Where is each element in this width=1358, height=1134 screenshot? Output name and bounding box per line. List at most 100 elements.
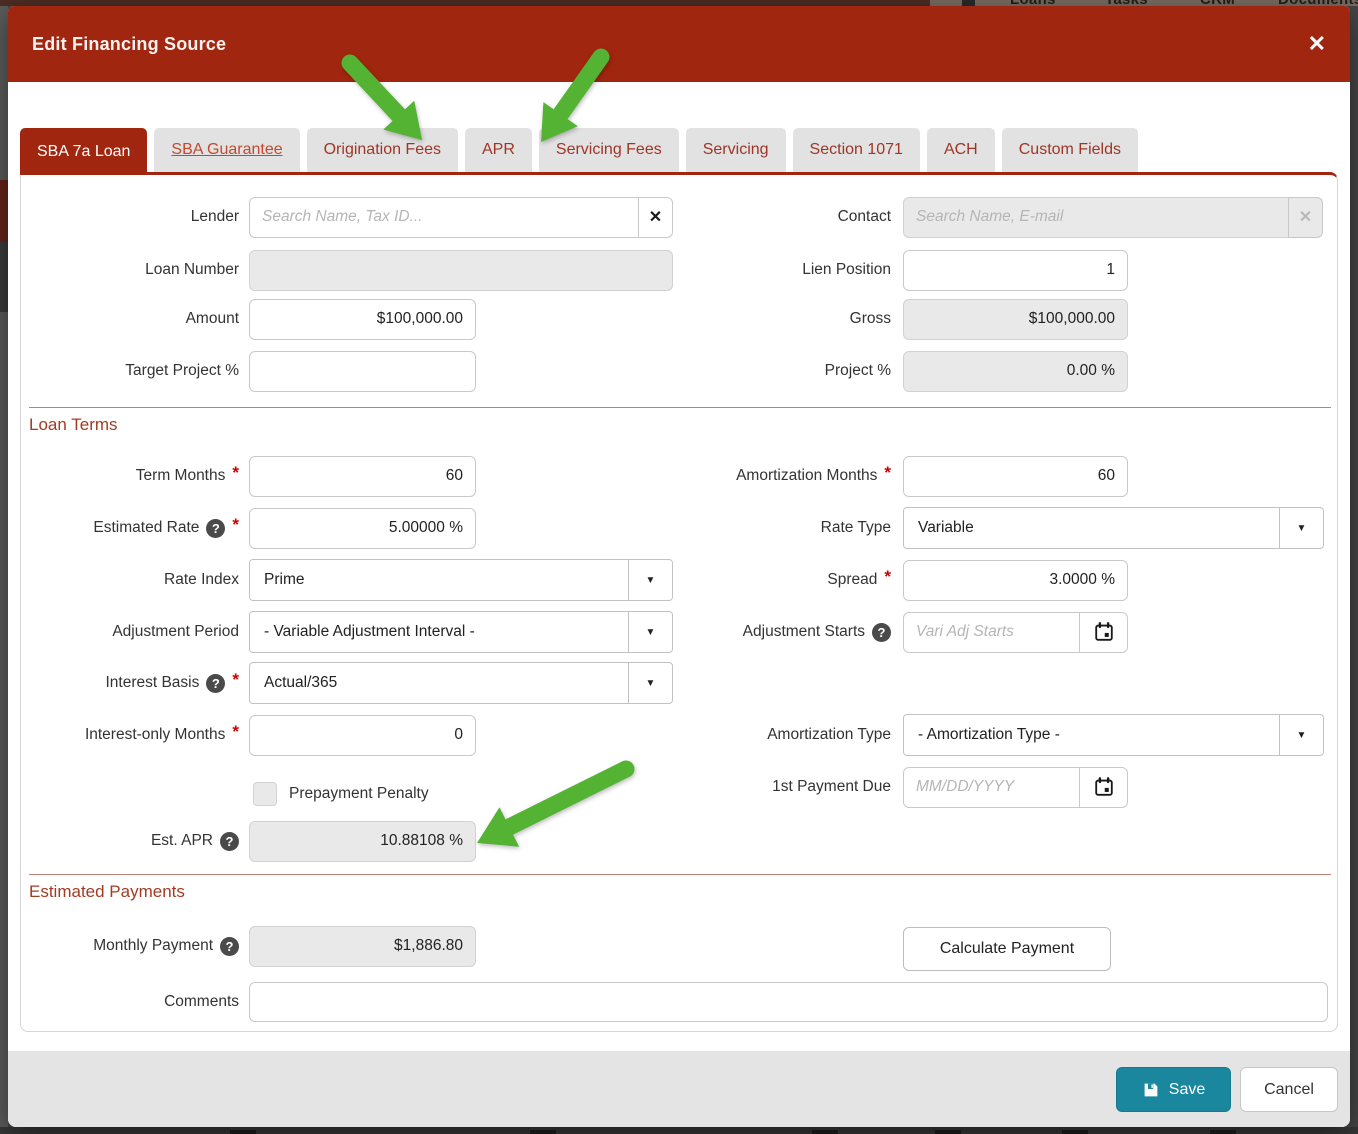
first-payment-due-label: 1st Payment Due bbox=[772, 778, 891, 795]
chevron-down-icon: ▼ bbox=[1279, 508, 1323, 548]
calendar-icon bbox=[1094, 622, 1113, 641]
screen: Loans Tasks CRM Documents Edit Financing… bbox=[0, 0, 1358, 1134]
term-months-label: Term Months bbox=[135, 467, 226, 484]
chevron-down-icon: ▼ bbox=[628, 663, 672, 703]
save-icon bbox=[1144, 1083, 1158, 1096]
section-divider bbox=[29, 407, 1331, 408]
chevron-down-icon: ▼ bbox=[1279, 715, 1323, 755]
rate-type-select[interactable]: Variable ▼ bbox=[903, 507, 1324, 549]
interest-only-months-input[interactable] bbox=[249, 714, 476, 756]
first-payment-due-calendar-button[interactable] bbox=[1079, 766, 1128, 808]
first-payment-due-input[interactable] bbox=[903, 766, 1079, 808]
adjustment-period-select[interactable]: - Variable Adjustment Interval - ▼ bbox=[249, 611, 673, 653]
background-bottom-sliver bbox=[0, 1127, 1358, 1134]
project-pct-input bbox=[903, 350, 1128, 392]
save-button[interactable]: Save bbox=[1116, 1067, 1231, 1112]
amortization-months-input[interactable] bbox=[903, 455, 1128, 497]
loan-number-input bbox=[249, 249, 673, 291]
amortization-months-label: Amortization Months bbox=[736, 467, 878, 484]
section-divider bbox=[29, 874, 1331, 875]
close-icon[interactable]: ✕ bbox=[1308, 33, 1326, 55]
lender-label: Lender bbox=[190, 208, 239, 225]
loan-terms-heading: Loan Terms bbox=[29, 415, 118, 434]
tab-sba-7a-loan[interactable]: SBA 7a Loan bbox=[20, 128, 148, 175]
adjustment-starts-calendar-button[interactable] bbox=[1079, 611, 1128, 653]
contact-search-input[interactable] bbox=[903, 196, 1288, 238]
monthly-payment-label: Monthly Payment bbox=[93, 937, 213, 954]
help-icon[interactable]: ? bbox=[872, 622, 891, 642]
interest-only-months-label: Interest-only Months bbox=[84, 726, 226, 743]
estimated-payments-heading: Estimated Payments bbox=[29, 882, 185, 901]
chevron-down-icon: ▼ bbox=[628, 612, 672, 652]
background-red-blob bbox=[0, 180, 8, 242]
tab-origination-fees[interactable]: Origination Fees bbox=[306, 128, 458, 172]
tab-section-1071[interactable]: Section 1071 bbox=[792, 128, 920, 172]
interest-basis-label: Interest Basis bbox=[105, 674, 200, 691]
modal-header: Edit Financing Source ✕ bbox=[8, 6, 1350, 82]
term-months-input[interactable] bbox=[249, 455, 476, 497]
lien-position-input[interactable] bbox=[903, 249, 1128, 291]
clear-icon: ✕ bbox=[1298, 209, 1313, 226]
adjustment-period-value: - Variable Adjustment Interval - bbox=[264, 623, 475, 640]
adjustment-starts-input[interactable] bbox=[903, 611, 1079, 653]
amortization-type-value: - Amortization Type - bbox=[918, 726, 1060, 743]
rate-index-label: Rate Index bbox=[164, 571, 239, 588]
tab-ach[interactable]: ACH bbox=[926, 128, 995, 172]
comments-label: Comments bbox=[164, 993, 239, 1010]
amortization-type-label: Amortization Type bbox=[767, 726, 891, 743]
project-pct-label: Project % bbox=[824, 362, 891, 379]
est-apr-input bbox=[249, 820, 476, 862]
sba-7a-loan-panel: Lender ✕ Contact ✕ Loan Number Lien Pos bbox=[20, 172, 1338, 1032]
help-icon[interactable]: ? bbox=[220, 936, 239, 956]
clear-icon: ✕ bbox=[648, 209, 663, 226]
help-icon[interactable]: ? bbox=[220, 831, 239, 851]
rate-type-value: Variable bbox=[918, 519, 974, 536]
rate-type-label: Rate Type bbox=[820, 519, 891, 536]
gross-label: Gross bbox=[849, 310, 891, 327]
tab-apr[interactable]: APR bbox=[465, 128, 532, 172]
save-button-label: Save bbox=[1168, 1080, 1206, 1098]
est-apr-label: Est. APR bbox=[150, 832, 213, 849]
amortization-type-select[interactable]: - Amortization Type - ▼ bbox=[903, 714, 1324, 756]
rate-index-value: Prime bbox=[264, 571, 305, 588]
tab-servicing-fees[interactable]: Servicing Fees bbox=[538, 128, 679, 172]
chevron-down-icon: ▼ bbox=[628, 560, 672, 600]
help-icon[interactable]: ? bbox=[206, 518, 226, 538]
adjustment-period-label: Adjustment Period bbox=[112, 623, 239, 640]
calculate-payment-button[interactable]: Calculate Payment bbox=[903, 927, 1111, 971]
tab-sba-guarantee[interactable]: SBA Guarantee bbox=[154, 128, 300, 172]
tab-servicing[interactable]: Servicing bbox=[685, 128, 786, 172]
calendar-icon bbox=[1094, 777, 1113, 796]
estimated-rate-input[interactable] bbox=[249, 507, 476, 549]
background-dark-blob bbox=[0, 242, 8, 312]
prepayment-penalty-checkbox[interactable] bbox=[253, 782, 277, 806]
modal-title: Edit Financing Source bbox=[32, 33, 227, 54]
tab-custom-fields[interactable]: Custom Fields bbox=[1001, 128, 1138, 172]
rate-index-select[interactable]: Prime ▼ bbox=[249, 559, 673, 601]
contact-clear-button: ✕ bbox=[1288, 196, 1323, 238]
target-project-pct-input[interactable] bbox=[249, 350, 476, 392]
contact-label: Contact bbox=[837, 208, 891, 225]
target-project-pct-label: Target Project % bbox=[125, 362, 239, 379]
lender-clear-button[interactable]: ✕ bbox=[638, 196, 673, 238]
help-icon[interactable]: ? bbox=[206, 673, 226, 693]
amount-label: Amount bbox=[185, 310, 239, 327]
prepayment-penalty-label: Prepayment Penalty bbox=[289, 785, 429, 802]
adjustment-starts-label: Adjustment Starts bbox=[742, 623, 865, 640]
interest-basis-value: Actual/365 bbox=[264, 674, 338, 691]
amount-input[interactable] bbox=[249, 298, 476, 340]
monthly-payment-input bbox=[249, 925, 476, 967]
interest-basis-select[interactable]: Actual/365 ▼ bbox=[249, 662, 673, 704]
modal-footer: Save Cancel bbox=[8, 1051, 1350, 1127]
tab-bar: SBA 7a Loan SBA Guarantee Origination Fe… bbox=[20, 128, 1138, 175]
cancel-button[interactable]: Cancel bbox=[1240, 1067, 1338, 1112]
gross-input bbox=[903, 298, 1128, 340]
lien-position-label: Lien Position bbox=[802, 261, 891, 278]
spread-input[interactable] bbox=[903, 559, 1128, 601]
loan-number-label: Loan Number bbox=[145, 261, 239, 278]
estimated-rate-label: Estimated Rate bbox=[93, 519, 200, 536]
lender-search-input[interactable] bbox=[249, 196, 638, 238]
comments-input[interactable] bbox=[249, 982, 1328, 1022]
edit-financing-source-modal: Edit Financing Source ✕ SBA 7a Loan SBA … bbox=[8, 6, 1350, 1127]
background-left-sliver bbox=[0, 6, 8, 1134]
